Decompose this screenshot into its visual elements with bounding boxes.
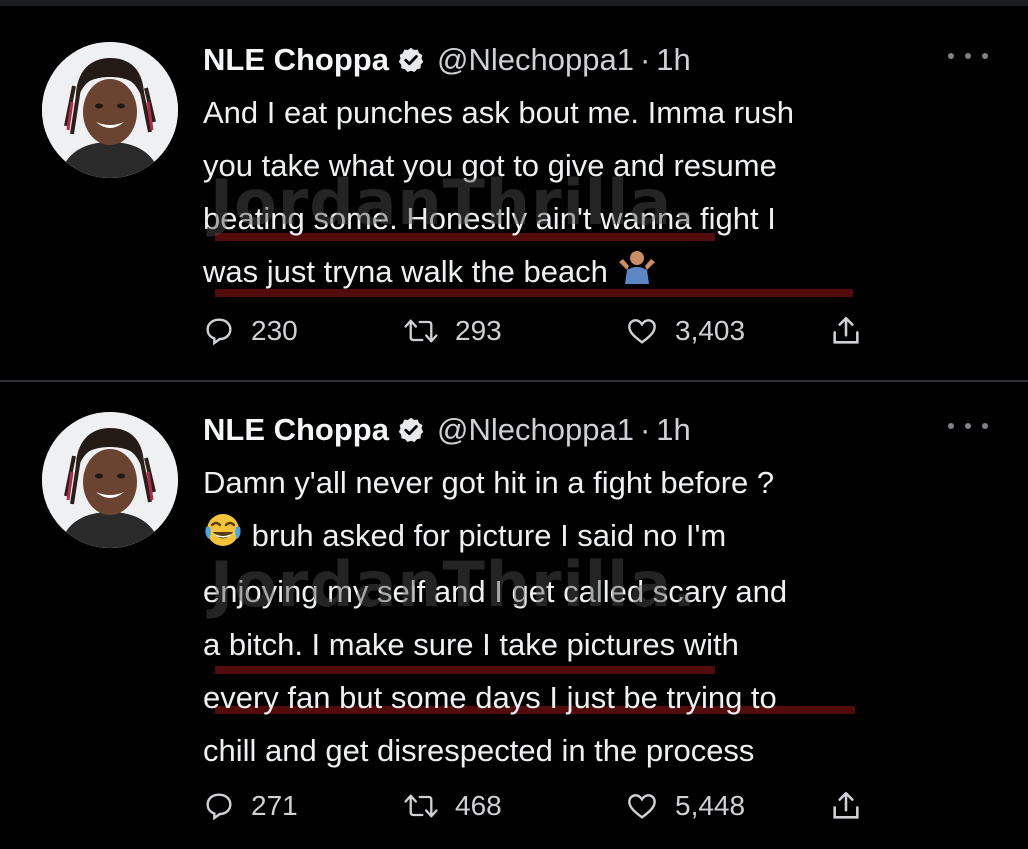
top-edge [0,0,1028,6]
like-count: 3,403 [675,315,746,346]
tweet-text-line: Damn y'all never got hit in a fight befo… [203,465,775,500]
reply-icon [206,318,232,346]
like-count: 5,448 [675,790,746,821]
tweet-text-line: was just tryna walk the beach [203,254,608,289]
face-with-tears-of-joy-emoji-icon [203,511,243,565]
reply-count: 271 [251,790,298,821]
reply-icon [206,793,232,821]
tweet-text-line: chill and get disrespected in the proces… [203,732,755,768]
tweet-text-line: every fan but some days I just be trying… [203,679,777,715]
avatar[interactable] [42,42,178,178]
separator-dot: · [639,42,651,77]
share-icon [833,316,859,344]
like-button[interactable]: 3,403 [625,315,829,347]
reply-button[interactable]: 230 [203,315,403,347]
avatar[interactable] [42,412,178,548]
author-name[interactable]: NLE Choppa [203,412,389,448]
separator-dot: · [639,412,651,447]
retweet-count: 293 [455,315,502,346]
more-options-button[interactable] [948,46,988,66]
dot-icon [982,423,988,429]
share-button[interactable] [829,789,863,823]
tweet-text-line: bruh asked for picture I said no I'm [251,518,727,553]
tweet-header: NLE Choppa @Nlechoppa1 · 1h [203,40,691,80]
tweet-text-line: enjoying my self and I get called scary … [203,573,788,609]
tweet-text-line: beating some. Honestly ain't wanna fight… [203,201,776,236]
retweet-button[interactable]: 468 [403,790,625,822]
verified-badge-icon [397,416,425,444]
dot-icon [965,53,971,59]
reply-button[interactable]: 271 [203,790,403,822]
tweet-text-line-with-emoji: was just tryna walk the beach [203,245,993,300]
retweet-icon [404,794,438,818]
retweet-icon [404,319,438,343]
verified-badge-icon [397,46,425,74]
share-icon [833,791,859,819]
tweet-text-line: you take what you got to give and resume [203,148,777,183]
dot-icon [948,53,954,59]
tweet-text-line-with-emoji: bruh asked for picture I said no I'm [203,509,993,565]
tweet-text-line: And I eat punches ask bout me. Imma rush [203,95,795,130]
reply-count: 230 [251,315,298,346]
heart-icon [628,794,656,819]
author-name[interactable]: NLE Choppa [203,42,389,78]
tweet-actions: 230 293 3,403 [203,311,863,351]
like-button[interactable]: 5,448 [625,790,829,822]
author-handle[interactable]: @Nlechoppa1 [437,42,634,78]
author-handle[interactable]: @Nlechoppa1 [437,412,634,448]
share-button[interactable] [829,314,863,348]
more-options-button[interactable] [948,416,988,436]
heart-icon [628,319,656,344]
tweet-text: And I eat punches ask bout me. Imma rush… [203,86,993,300]
tweet-actions: 271 468 5,448 [203,786,863,826]
retweet-button[interactable]: 293 [403,315,625,347]
dot-icon [982,53,988,59]
person-shrugging-emoji-icon [617,247,657,300]
tweet-divider [0,380,1028,382]
retweet-count: 468 [455,790,502,821]
tweet-text: Damn y'all never got hit in a fight befo… [203,456,993,777]
timestamp[interactable]: 1h [656,412,690,448]
tweet-header: NLE Choppa @Nlechoppa1 · 1h [203,410,691,450]
dot-icon [965,423,971,429]
dot-icon [948,423,954,429]
timestamp[interactable]: 1h [656,42,690,78]
tweet-text-line: a bitch. I make sure I take pictures wit… [203,626,739,662]
